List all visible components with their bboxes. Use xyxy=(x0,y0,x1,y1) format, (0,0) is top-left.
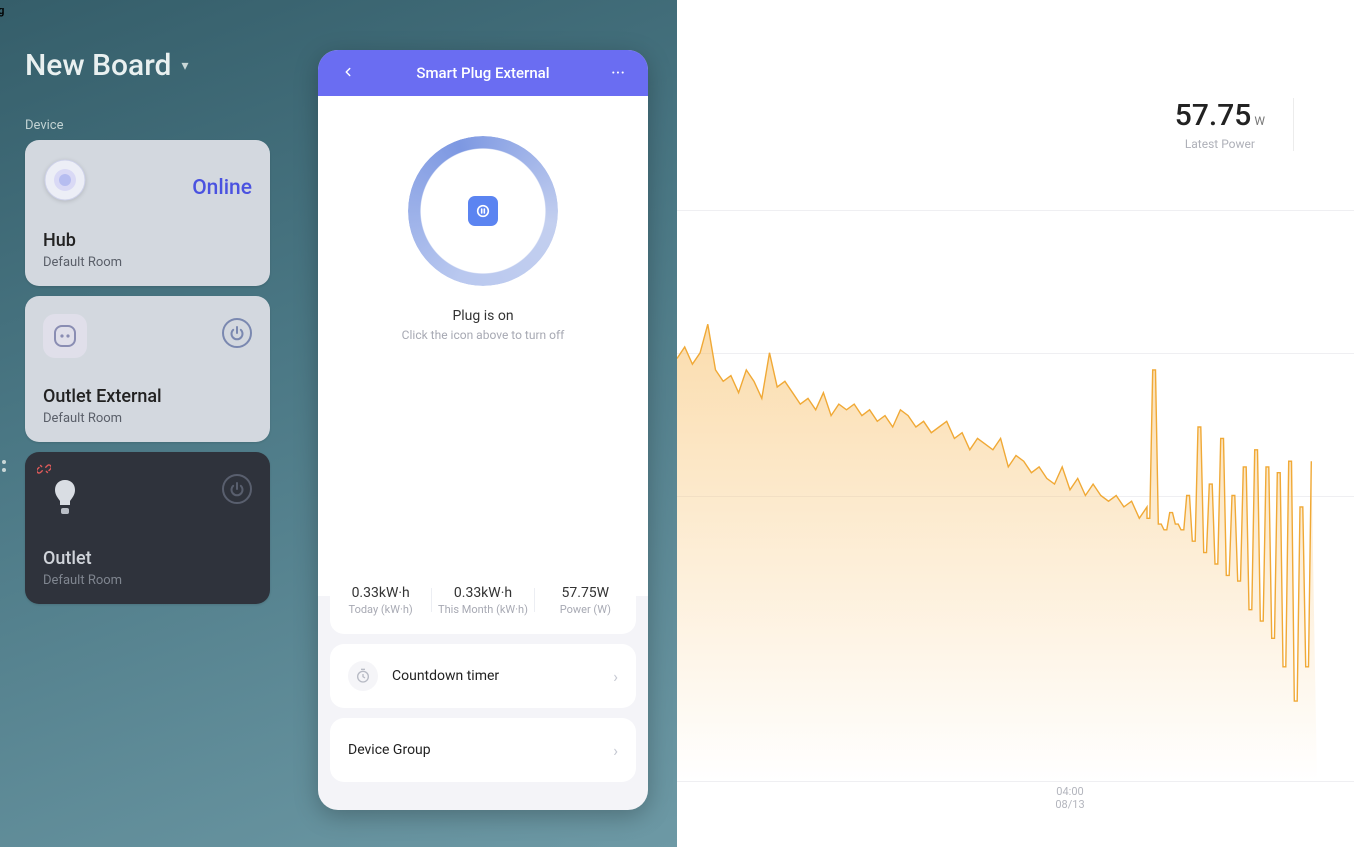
stats-bar[interactable]: 0.33kW·h Today (kW·h) 0.33kW·h This Mont… xyxy=(330,566,636,634)
more-button[interactable]: ··· xyxy=(606,63,630,84)
stat-value: 0.33kW·h xyxy=(330,585,431,601)
latest-power-metric: 57.75W Latest Power xyxy=(1175,98,1294,151)
countdown-timer-row[interactable]: Countdown timer › xyxy=(330,644,636,708)
plug-hint: Click the icon above to turn off xyxy=(402,328,565,342)
power-chart[interactable] xyxy=(677,210,1354,790)
stat-today: 0.33kW·h Today (kW·h) xyxy=(330,585,431,616)
device-name: Outlet External xyxy=(43,386,252,407)
device-card-outlet-external[interactable]: Outlet External Default Room xyxy=(25,296,270,442)
corner-tag: ug xyxy=(0,4,4,17)
stat-value: 57.75W xyxy=(535,585,636,601)
toggle-power-button[interactable] xyxy=(468,196,498,226)
detail-title: Smart Plug External xyxy=(416,64,549,82)
detail-main: Plug is on Click the icon above to turn … xyxy=(318,96,648,596)
stat-label: Power (W) xyxy=(535,603,636,616)
stat-label: Today (kW·h) xyxy=(330,603,431,616)
dashboard-panel: ug New Board ▾ Device Online Hub Default… xyxy=(0,0,677,847)
broken-link-icon xyxy=(37,462,51,480)
row-label: Device Group xyxy=(348,742,431,758)
section-label: Device xyxy=(25,118,64,133)
board-selector[interactable]: New Board ▾ xyxy=(25,48,188,83)
hub-icon xyxy=(43,158,87,202)
device-room: Default Room xyxy=(43,255,252,270)
row-label: Countdown timer xyxy=(392,668,499,684)
stat-label: This Month (kW·h) xyxy=(432,603,533,616)
plug-status: Plug is on xyxy=(452,308,513,324)
device-card-list: Online Hub Default Room Outlet External … xyxy=(25,140,270,604)
metric-caption: Latest Power xyxy=(1175,137,1265,151)
status-online: Online xyxy=(192,176,252,200)
board-title-text: New Board xyxy=(25,48,171,83)
device-room: Default Room xyxy=(43,411,252,426)
device-group-row[interactable]: Device Group › xyxy=(330,718,636,782)
chevron-right-icon: › xyxy=(613,667,618,686)
tick-date: 08/13 xyxy=(1040,798,1100,811)
device-detail-panel: Smart Plug External ··· Plug is on Click… xyxy=(318,50,648,810)
stat-power: 57.75W Power (W) xyxy=(535,585,636,616)
power-ring xyxy=(408,136,558,286)
x-axis-tick: 04:00 08/13 xyxy=(1040,785,1100,811)
outlet-icon xyxy=(43,314,87,358)
timer-icon xyxy=(348,661,378,691)
stat-value: 0.33kW·h xyxy=(432,585,533,601)
metric-value: 57.75 xyxy=(1175,98,1252,133)
stat-month: 0.33kW·h This Month (kW·h) xyxy=(432,585,533,616)
chevron-right-icon: › xyxy=(613,741,618,760)
bulb-icon xyxy=(43,476,87,520)
metric-unit: W xyxy=(1254,114,1265,128)
caret-down-icon: ▾ xyxy=(181,58,188,74)
device-card-outlet[interactable]: Outlet Default Room xyxy=(25,452,270,604)
detail-header: Smart Plug External ··· xyxy=(318,50,648,96)
device-name: Hub xyxy=(43,230,252,251)
device-card-hub[interactable]: Online Hub Default Room xyxy=(25,140,270,286)
edge-handle-icon[interactable] xyxy=(2,460,6,472)
chart-panel: 57.75W Latest Power 04:00 08/13 xyxy=(677,0,1354,847)
power-button[interactable] xyxy=(222,318,252,348)
tick-time: 04:00 xyxy=(1040,785,1100,798)
device-room: Default Room xyxy=(43,573,252,588)
device-name: Outlet xyxy=(43,548,252,569)
power-button[interactable] xyxy=(222,474,252,504)
back-button[interactable] xyxy=(336,63,360,84)
